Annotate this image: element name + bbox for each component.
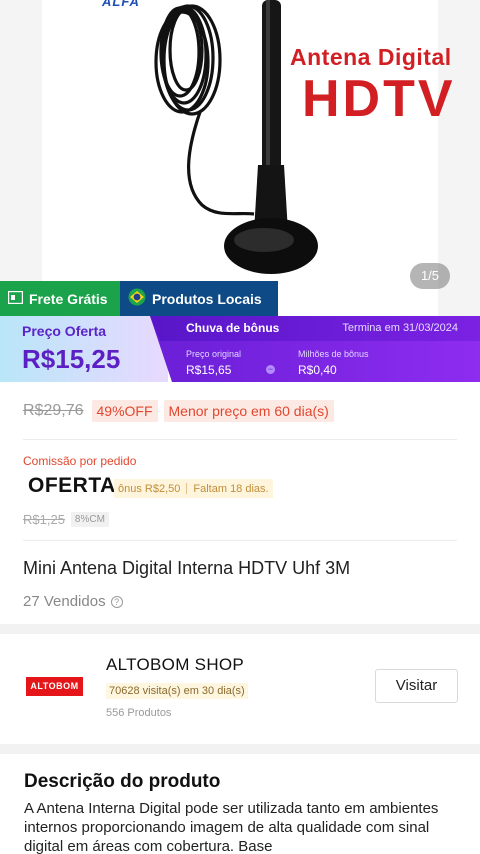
product-title: Mini Antena Digital Interna HDTV Uhf 3M xyxy=(23,558,351,578)
commission-rate-tag: 8%CM xyxy=(70,512,109,527)
commission-remaining: Faltam 18 dias. xyxy=(193,482,269,495)
separator xyxy=(186,483,188,494)
old-price: R$29,76 xyxy=(23,402,84,419)
sold-count-label: 27 Vendidos xyxy=(23,593,106,610)
discount-tag: 49%OFF xyxy=(91,400,158,422)
lowest-price-tag: Menor preço em 60 dia(s) xyxy=(163,400,334,422)
section-separator xyxy=(0,624,480,634)
brand-logo: ALFA xyxy=(102,0,140,9)
local-products-label: Produtos Locais xyxy=(152,290,262,307)
question-icon[interactable]: ? xyxy=(110,595,123,608)
offer-price-label: Preço Oferta xyxy=(22,323,107,339)
price-banner: Preço Oferta R$15,25 Chuva de bônus Term… xyxy=(0,316,480,382)
original-price-label: Preço original xyxy=(186,349,242,359)
visit-shop-button[interactable]: Visitar xyxy=(375,669,458,703)
campaign-end-date: Termina em 31/03/2024 xyxy=(342,322,458,334)
divider xyxy=(23,439,457,440)
description-text: A Antena Interna Digital pode ser utiliz… xyxy=(24,800,439,854)
image-counter: 1/5 xyxy=(410,263,450,289)
divider xyxy=(23,540,457,541)
commission-old-row: R$1,25 8%CM xyxy=(23,512,109,527)
truck-icon xyxy=(7,290,24,307)
original-price-value: R$15,65 xyxy=(186,363,232,377)
commission-bonus: ônus R$2,50 xyxy=(118,482,181,495)
shop-product-count: 556 Produtos xyxy=(106,707,172,719)
product-image-carousel[interactable]: ALFA Antena Digital HDTV 1/5 xyxy=(0,0,480,316)
image-title-line1: Antena Digital xyxy=(290,44,452,70)
campaign-title: Chuva de bônus xyxy=(186,321,280,335)
commission-old-value: R$1,25 xyxy=(23,512,65,527)
free-shipping-badge: Frete Grátis xyxy=(0,281,120,316)
badge-row: Frete Grátis Produtos Locais xyxy=(0,281,278,316)
product-image: ALFA Antena Digital HDTV xyxy=(42,0,453,316)
free-shipping-label: Frete Grátis xyxy=(29,290,108,307)
shop-visits: 70628 visita(s) em 30 dia(s) xyxy=(106,683,248,699)
offer-price: R$15,25 xyxy=(22,344,121,374)
commission-offer: OFERTA xyxy=(28,474,116,497)
shop-logo[interactable]: ALTOBOM xyxy=(26,677,83,696)
sold-count: 27 Vendidos ? xyxy=(23,593,123,610)
image-title-line2: HDTV xyxy=(302,70,456,128)
commission-label: Comissão por pedido xyxy=(23,454,137,468)
commission-bonus-tag: ônus R$2,50 Faltam 18 dias. xyxy=(114,479,273,498)
bonus-value: R$0,40 xyxy=(298,363,337,377)
brazil-flag-icon xyxy=(128,288,146,309)
bonus-label: Milhões de bônus xyxy=(298,349,369,359)
minus-icon: − xyxy=(266,364,275,374)
shop-name[interactable]: ALTOBOM SHOP xyxy=(106,655,244,675)
local-products-badge: Produtos Locais xyxy=(120,281,278,316)
section-separator xyxy=(0,744,480,754)
description-title: Descrição do produto xyxy=(24,771,221,792)
price-comparison-row: R$29,76 49%OFF Menor preço em 60 dia(s) xyxy=(23,400,340,422)
